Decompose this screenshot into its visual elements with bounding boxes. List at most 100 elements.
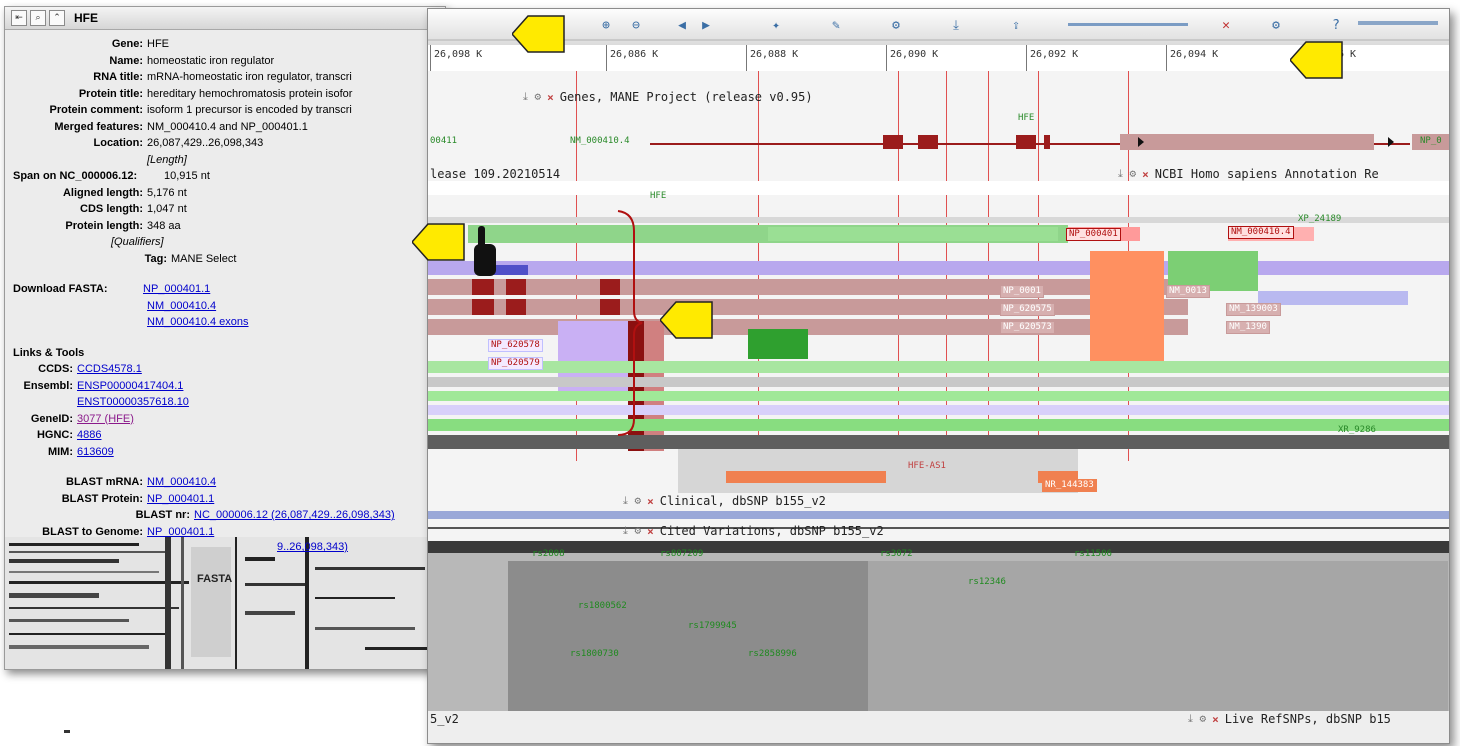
xr-label[interactable]: XR_9286: [1338, 425, 1376, 435]
snp-label[interactable]: rs2858996: [748, 649, 797, 659]
download-fasta-row: Download FASTA: NP_000401.1: [5, 281, 445, 298]
mane-right-label: NP_0: [1420, 136, 1442, 146]
download-np-link[interactable]: NP_000401.1: [143, 281, 210, 298]
np-label[interactable]: NP_620573: [1000, 321, 1055, 334]
ccds-row: CCDS: CCDS4578.1: [5, 361, 445, 378]
clinical-track-title: Clinical, dbSNP b155_v2: [659, 494, 826, 508]
snp-label[interactable]: rs3072: [880, 549, 913, 559]
track-close-icon[interactable]: ×: [647, 495, 654, 508]
np-left-label[interactable]: NP_620579: [488, 357, 543, 370]
mane-transcript-label[interactable]: NM_000410.4: [570, 136, 630, 146]
snp-label[interactable]: rs11506: [1074, 549, 1112, 559]
artifact-location-text: 9..26,098,343): [277, 541, 348, 553]
blast-mrna-row: BLAST mRNA: NM_000410.4: [5, 474, 445, 491]
aligned-length-row: Aligned length: 5,176 nt: [62, 186, 187, 199]
feature-info-panel: ⇤ ⌕ ⌃ HFE Gene: HFE Name: homeostatic iron…: [4, 6, 446, 670]
location-row: Location: 26,087,429..26,098,343: [93, 137, 264, 149]
ensembl-transcript-link[interactable]: ENST00000357618.10: [77, 394, 189, 411]
name-row: Name: homeostatic iron regulator: [109, 54, 275, 67]
artifact-fasta-text: FASTA: [197, 573, 233, 585]
nm-label[interactable]: NM_0013: [1166, 285, 1210, 298]
nm-label[interactable]: NM_139003: [1226, 303, 1281, 316]
np-protein-label[interactable]: NP_000401: [1066, 228, 1121, 241]
np-label[interactable]: NP_0001: [1000, 285, 1044, 298]
stray-mark: [64, 730, 70, 733]
render-artifact-region: 9..26,098,343) FASTA: [5, 537, 445, 669]
xp-label[interactable]: XP_24189: [1298, 214, 1341, 224]
hgnc-row: HGNC: 4886: [5, 427, 445, 444]
ruler-tick-label: 26,086 K: [610, 49, 659, 60]
ncbi-track-title: NCBI Homo sapiens Annotation Re: [1154, 167, 1379, 181]
ruler-tick-label: 26,092 K: [1030, 49, 1079, 60]
merged-features-row: Merged features: NM_000410.4 and NP_00040…: [54, 120, 308, 133]
download-exons-link[interactable]: NM_000410.4 exons: [147, 314, 249, 331]
cited-track-header[interactable]: ⤓ ⚙ × Cited Variations, dbSNP b155_v2: [623, 523, 884, 539]
snp-label[interactable]: rs1799945: [688, 621, 737, 631]
ruler-tick-label: 26,098 K: [434, 49, 483, 60]
search-icon[interactable]: ⌕: [30, 10, 46, 26]
snp-label[interactable]: rs1800730: [570, 649, 619, 659]
geneid-row: GeneID: 3077 (HFE): [5, 411, 445, 428]
rna-title-row: RNA title: mRNA-homeostatic iron regulato…: [93, 71, 352, 83]
track-close-icon[interactable]: ×: [547, 91, 554, 104]
cds-length-row: CDS length: 1,047 nt: [80, 203, 187, 215]
nm-label[interactable]: NM_1390: [1226, 321, 1270, 334]
callout-arrow-left: [660, 300, 713, 339]
np-left-label[interactable]: NP_620578: [488, 339, 543, 352]
track-settings-icon[interactable]: ⤓ ⚙: [523, 90, 541, 104]
snp-label[interactable]: rs807209: [660, 549, 703, 559]
protein-length-row: Protein length: 348 aa: [65, 219, 181, 232]
hgnc-link[interactable]: 4886: [77, 427, 101, 444]
mane-track-header[interactable]: ⤓ ⚙ × Genes, MANE Project (release v0.95…: [523, 89, 813, 105]
tag-row: Tag: MANE Select: [144, 252, 237, 265]
track-settings-icon[interactable]: ⤓ ⚙: [623, 494, 641, 508]
ruler-tick-label: 26,094 K: [1170, 49, 1219, 60]
pin-icon[interactable]: ⇤: [11, 10, 27, 26]
blast-nr-row: BLAST nr: NC_000006.12 (26,087,429..26,09…: [5, 507, 445, 524]
ensembl-protein-link[interactable]: ENSP00000417404.1: [77, 378, 183, 395]
mim-row: MIM: 613609: [5, 444, 445, 461]
np-label[interactable]: NP_620575: [1000, 303, 1055, 316]
mane-track-title: Genes, MANE Project (release v0.95): [559, 90, 813, 104]
snp-label[interactable]: rs12346: [968, 577, 1006, 587]
protein-title-row: Protein title: hereditary hemochromatosis…: [78, 87, 353, 100]
hand-pointer-icon: [470, 226, 500, 282]
geneid-link[interactable]: 3077 (HFE): [77, 411, 134, 428]
callout-arrow-left: [1290, 40, 1343, 79]
track-close-icon[interactable]: ×: [1142, 168, 1149, 181]
nr-label[interactable]: NR_144383: [1042, 479, 1097, 492]
live-track-title: Live RefSNPs, dbSNP b15: [1224, 712, 1391, 726]
track-settings-icon[interactable]: ⤓ ⚙: [1188, 712, 1206, 726]
blast-nr-link[interactable]: NC_000006.12 (26,087,429..26,098,343): [194, 507, 395, 524]
download-nm-link[interactable]: NM_000410.4: [147, 298, 216, 315]
clinical-track-header[interactable]: ⤓ ⚙ × Clinical, dbSNP b155_v2: [623, 493, 826, 509]
callout-arrow-left: [512, 14, 565, 53]
cited-track-title: Cited Variations, dbSNP b155_v2: [659, 524, 884, 538]
live-track-label-left: 5_v2: [430, 712, 459, 726]
collapse-icon[interactable]: ⌃: [49, 10, 65, 26]
links-tools-header: Links & Tools: [13, 346, 85, 359]
nm-transcript-label[interactable]: NM_000410.4: [1228, 226, 1294, 239]
panel-title: HFE: [74, 11, 98, 25]
blast-mrna-link[interactable]: NM_000410.4: [147, 474, 216, 491]
panel-header: ⇤ ⌕ ⌃ HFE: [5, 7, 445, 30]
gene-row: Gene: HFE: [111, 38, 169, 50]
span-row: Span on NC_000006.12: 10,915 nt: [13, 170, 210, 182]
track-close-icon[interactable]: ×: [1212, 713, 1219, 726]
ccds-link[interactable]: CCDS4578.1: [77, 361, 142, 378]
snp-label[interactable]: rs2808: [532, 549, 565, 559]
blast-protein-row: BLAST Protein: NP_000401.1: [5, 491, 445, 508]
snp-label[interactable]: rs1800562: [578, 601, 627, 611]
blast-protein-link[interactable]: NP_000401.1: [147, 491, 214, 508]
ncbi-track-header[interactable]: ⤓ ⚙ × NCBI Homo sapiens Annotation Re: [1118, 166, 1379, 182]
mim-link[interactable]: 613609: [77, 444, 114, 461]
ncbi-track-label-left: lease 109.20210514: [430, 167, 561, 181]
ncbi-gene-label[interactable]: HFE: [650, 191, 666, 201]
live-track-header[interactable]: ⤓ ⚙ × Live RefSNPs, dbSNP b15: [1188, 711, 1391, 727]
genome-viewer[interactable]: ⊕ ⊖ ◀ ▶ ✦ ✎ ⚙ ⤓ ⇪ ✕ ⚙ ? 26,098 K 26,086 …: [427, 8, 1450, 744]
hfe-as1-label[interactable]: HFE-AS1: [908, 461, 946, 471]
track-close-icon[interactable]: ×: [647, 525, 654, 538]
track-settings-icon[interactable]: ⤓ ⚙: [1118, 167, 1136, 181]
track-settings-icon[interactable]: ⤓ ⚙: [623, 524, 641, 538]
mane-gene-label[interactable]: HFE: [1018, 113, 1034, 123]
